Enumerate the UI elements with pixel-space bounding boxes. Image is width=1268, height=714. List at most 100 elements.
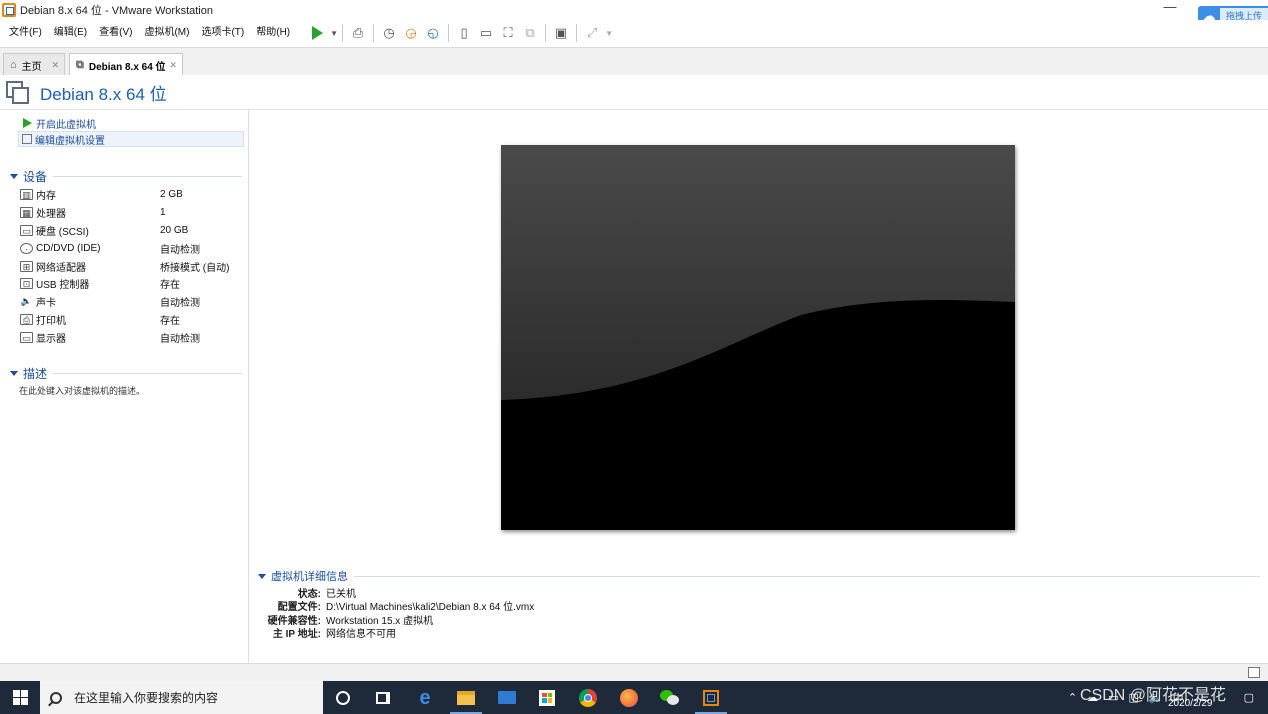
toolbar-separator: [576, 24, 578, 42]
device-name: CD/DVD (IDE): [36, 243, 101, 254]
tab-home[interactable]: ⌂ 主页 ✕: [3, 53, 65, 76]
memory-icon: ▥: [20, 189, 33, 200]
device-name: USB 控制器: [36, 280, 90, 291]
menu-edit[interactable]: 编辑(E): [48, 20, 93, 46]
vmware-app-icon: [2, 3, 16, 17]
menu-help[interactable]: 帮助(H): [250, 20, 296, 46]
device-row-processor[interactable]: ▦ 处理器 1: [20, 204, 245, 221]
collapse-icon: [10, 371, 18, 376]
chrome-icon[interactable]: [568, 681, 608, 714]
description-placeholder[interactable]: 在此处键入对该虚拟机的描述。: [19, 384, 145, 397]
unity-button[interactable]: ⧉: [519, 22, 541, 44]
device-row-sound-card[interactable]: 🔈 声卡 自动检测: [20, 293, 245, 310]
status-bar: [0, 663, 1268, 681]
description-section-header[interactable]: 描述: [10, 365, 242, 382]
device-name: 声卡: [36, 298, 56, 309]
collapse-icon: [10, 174, 18, 179]
power-on-vm-link[interactable]: 开启此虚拟机: [20, 115, 96, 131]
detail-key: 配置文件:: [277, 601, 321, 613]
snapshot-button[interactable]: ◷: [378, 22, 400, 44]
detail-value: D:\Virtual Machines\kali2\Debian 8.x 64 …: [326, 601, 535, 613]
vm-details-header[interactable]: 虚拟机详细信息: [258, 568, 1260, 584]
power-on-button[interactable]: [306, 22, 328, 44]
device-row-hard-disk[interactable]: ▭ 硬盘 (SCSI) 20 GB: [20, 222, 245, 239]
vm-header: Debian 8.x 64 位: [0, 75, 1268, 110]
play-icon: [23, 118, 32, 128]
device-value: 桥接模式 (自动): [160, 263, 230, 274]
detail-value: 网络信息不可用: [326, 628, 396, 640]
menu-vm[interactable]: 虚拟机(M): [138, 20, 195, 46]
device-name: 处理器: [36, 209, 66, 220]
toolbar: ▼ ⎙ ◷ ◶ ◵ ▯ ▭ ⛶ ⧉ ▣ ⤢ ▼: [306, 20, 613, 46]
detail-row-config-file: 配置文件: D:\Virtual Machines\kali2\Debian 8…: [250, 598, 850, 613]
device-name: 硬盘 (SCSI): [36, 227, 89, 238]
revert-snapshot-button[interactable]: ◶: [400, 22, 422, 44]
edit-vm-settings-link[interactable]: 编辑虚拟机设置: [18, 131, 244, 147]
usb-controller-icon: ⊡: [20, 278, 33, 289]
edge-icon[interactable]: e: [405, 681, 445, 714]
device-name: 显示器: [36, 334, 66, 345]
detail-row-ip-address: 主 IP 地址: 网络信息不可用: [250, 625, 850, 640]
menu-file[interactable]: 文件(F): [0, 20, 48, 46]
menu-tabs[interactable]: 选项卡(T): [195, 20, 250, 46]
file-explorer-icon[interactable]: [446, 681, 486, 714]
device-row-memory[interactable]: ▥ 内存 2 GB: [20, 186, 245, 203]
search-placeholder: 在这里输入你要搜索的内容: [74, 691, 219, 705]
vmware-icon[interactable]: [691, 681, 731, 714]
toolbar-separator: [373, 24, 375, 42]
device-value: 存在: [160, 280, 180, 291]
vm-screen-graphic: [501, 145, 1015, 530]
close-tab-icon[interactable]: ✕: [169, 60, 177, 71]
device-row-display[interactable]: ▭ 显示器 自动检测: [20, 329, 245, 346]
message-log-icon[interactable]: [1248, 667, 1260, 678]
notification-icon[interactable]: ▢: [1244, 691, 1254, 704]
device-value: 存在: [160, 316, 180, 327]
vm-screen-thumbnail[interactable]: [501, 145, 1015, 530]
sound-card-icon: 🔈: [20, 296, 33, 306]
device-row-printer[interactable]: ⎙ 打印机 存在: [20, 311, 245, 328]
power-on-vm-label: 开启此虚拟机: [36, 119, 96, 131]
tab-debian-vm[interactable]: ⧉ Debian 8.x 64 位 ✕: [69, 53, 183, 77]
tab-debian-label: Debian 8.x 64 位: [88, 62, 166, 73]
send-ctrl-alt-del-button[interactable]: ⎙: [347, 22, 369, 44]
vm-preview-panel: 虚拟机详细信息 状态: 已关机 配置文件: D:\Virtual Machine…: [250, 110, 1268, 663]
task-view-icon[interactable]: [363, 681, 403, 714]
devices-section-header[interactable]: 设备: [10, 168, 242, 185]
console-view-button[interactable]: ▣: [550, 22, 572, 44]
mail-icon[interactable]: [487, 681, 527, 714]
store-icon[interactable]: [527, 681, 567, 714]
device-value: 自动检测: [160, 245, 200, 256]
stretch-guest-button[interactable]: ⤢: [581, 22, 603, 44]
show-hidden-icons-icon[interactable]: ⌃: [1068, 691, 1077, 704]
device-row-usb-controller[interactable]: ⊡ USB 控制器 存在: [20, 275, 245, 292]
wechat-icon[interactable]: [650, 681, 690, 714]
show-library-button[interactable]: ▯: [453, 22, 475, 44]
printer-icon: ⎙: [20, 314, 33, 325]
vm-icon: ⧉: [76, 59, 84, 71]
hard-disk-icon: ▭: [20, 225, 33, 236]
vm-title: Debian 8.x 64 位: [40, 85, 167, 104]
start-button[interactable]: [0, 681, 40, 714]
device-name: 内存: [36, 191, 56, 202]
power-dropdown-icon[interactable]: ▼: [330, 29, 338, 38]
device-row-network-adapter[interactable]: ⊞ 网络适配器 桥接模式 (自动): [20, 258, 245, 275]
menu-view[interactable]: 查看(V): [93, 20, 138, 46]
windows-logo-icon: [12, 690, 28, 705]
minimize-button[interactable]: —: [1160, 0, 1180, 18]
taskbar-search-box[interactable]: 在这里输入你要搜索的内容: [40, 681, 323, 714]
device-row-cd-dvd[interactable]: · CD/DVD (IDE) 自动检测: [20, 240, 245, 257]
show-thumbnail-bar-button[interactable]: ▭: [475, 22, 497, 44]
snapshot-manager-button[interactable]: ◵: [422, 22, 444, 44]
processor-icon: ▦: [20, 207, 33, 218]
vm-large-icon: [6, 81, 30, 105]
menu-bar: 文件(F) 编辑(E) 查看(V) 虚拟机(M) 选项卡(T) 帮助(H) ▼ …: [0, 20, 1268, 46]
firefox-icon[interactable]: [609, 681, 649, 714]
full-screen-button[interactable]: ⛶: [497, 22, 519, 44]
toolbar-separator: [545, 24, 547, 42]
stretch-dropdown-icon[interactable]: ▼: [605, 29, 613, 38]
cortana-icon[interactable]: [323, 681, 363, 714]
device-name: 打印机: [36, 316, 66, 327]
close-tab-icon[interactable]: ✕: [51, 60, 59, 71]
home-icon: ⌂: [10, 59, 17, 71]
device-value: 自动检测: [160, 334, 200, 345]
